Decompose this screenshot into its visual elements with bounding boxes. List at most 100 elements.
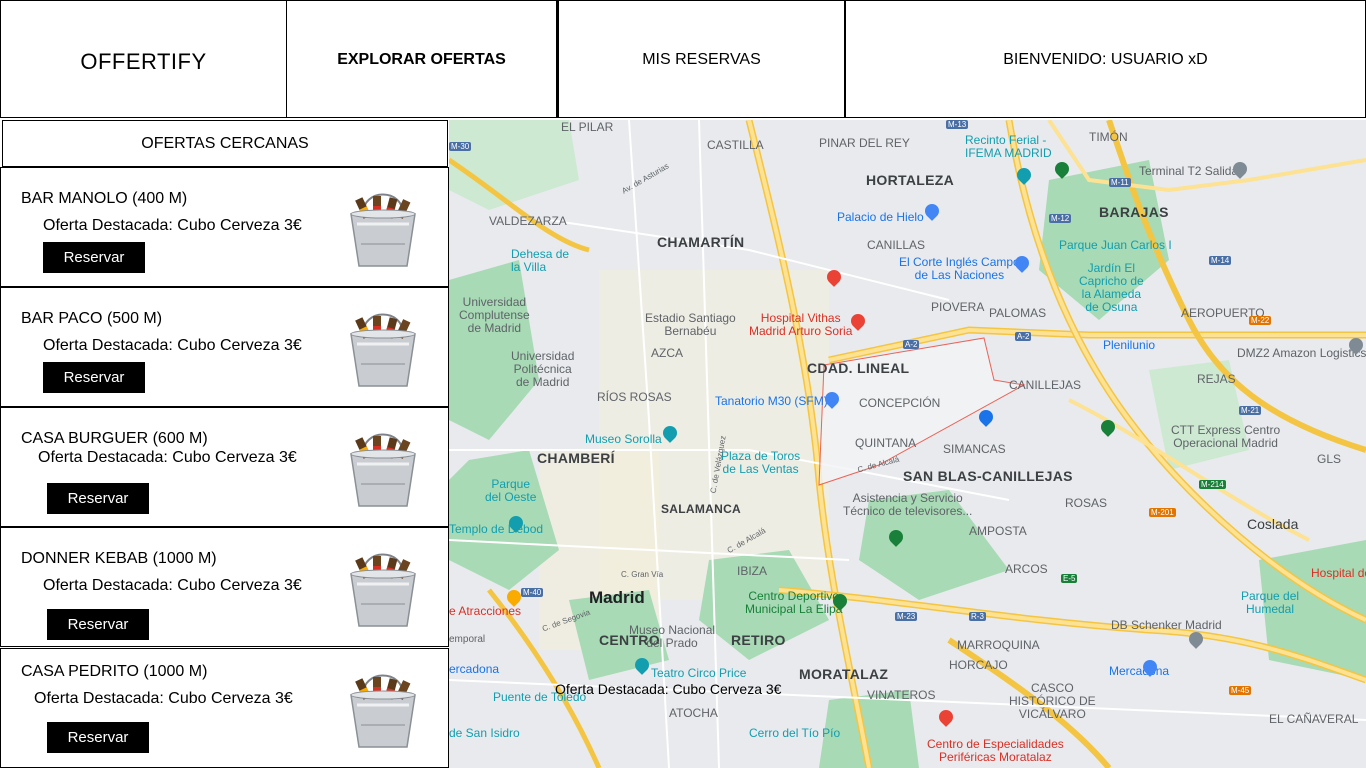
- featured-offer: Oferta Destacada: Cubo Cerveza 3€: [34, 690, 293, 707]
- map-label: CANILLAS: [867, 238, 926, 252]
- featured-offer: Oferta Destacada: Cubo Cerveza 3€: [43, 337, 302, 354]
- map-label: PALOMAS: [989, 306, 1047, 320]
- map-label: MARROQUINA: [957, 638, 1040, 652]
- map-label: Coslada: [1247, 516, 1299, 532]
- poi-label: ercadona: [449, 662, 500, 676]
- offer-card: CASA PEDRITO (1000 M) Oferta Destacada: …: [0, 648, 449, 768]
- map-label: CASCO HISTÓRICO DE VICÁLVARO: [1009, 681, 1096, 721]
- highway-shield: M-214: [1199, 480, 1226, 489]
- poi-label: Parque del Humedal: [1241, 589, 1300, 616]
- highway-shield: M-23: [895, 612, 918, 621]
- poi-label: Asistencia y Servicio Técnico de televis…: [843, 491, 973, 518]
- highway-shield: E-5: [1061, 574, 1078, 583]
- sidebar-title: OFERTAS CERCANAS: [2, 120, 448, 167]
- poi-label: Hospital Vithas Madrid Arturo Soria: [749, 311, 853, 338]
- welcome-user: BIENVENIDO: USUARIO xD: [844, 0, 1366, 118]
- map-label: ROSAS: [1065, 496, 1108, 510]
- highway-shield: M-30: [449, 142, 472, 151]
- reserve-button[interactable]: Reservar: [43, 242, 145, 273]
- featured-offer: Oferta Destacada: Cubo Cerveza 3€: [43, 577, 302, 594]
- offer-card: CASA BURGUER (600 M) Oferta Destacada: C…: [0, 407, 449, 527]
- poi-label: Museo Nacional del Prado: [629, 623, 716, 650]
- poi-label: Estadio Santiago Bernabéu: [645, 311, 736, 338]
- district-label: HORTALEZA: [866, 172, 954, 188]
- poi-label: emporal: [449, 634, 486, 645]
- reserve-button[interactable]: Reservar: [43, 362, 145, 393]
- beer-bucket-icon: [350, 433, 416, 507]
- poi-label: Centro Deportivo Municipal La Elipa: [745, 589, 843, 616]
- map-label: CANILLEJAS: [1009, 378, 1082, 392]
- street-label: C. Gran Vía: [621, 570, 664, 579]
- reserve-button[interactable]: Reservar: [47, 483, 149, 514]
- beer-bucket-icon: [350, 193, 416, 267]
- map-label: IBIZA: [737, 564, 768, 578]
- district-label: SAN BLAS-CANILLEJAS: [903, 468, 1073, 484]
- map-view[interactable]: HORTALEZA BARAJAS CHAMARTÍN CDAD. LINEAL…: [449, 120, 1366, 768]
- poi-label: El Corte Inglés Campo de Las Naciones: [899, 255, 1020, 282]
- venue-name: CASA PEDRITO (1000 M): [21, 663, 208, 680]
- beer-bucket-icon: [350, 674, 416, 748]
- map-label: EL CAÑAVERAL: [1269, 712, 1359, 726]
- poi-label: Universidad Complutense de Madrid: [459, 295, 530, 335]
- reserve-button[interactable]: Reservar: [47, 722, 149, 753]
- highway-shield: M-13: [946, 120, 969, 129]
- venue-name: BAR PACO (500 M): [21, 310, 163, 327]
- venue-name: BAR MANOLO (400 M): [21, 190, 188, 207]
- offers-sidebar: OFERTAS CERCANAS BAR MANOLO (400 M) Ofer…: [0, 120, 449, 768]
- map-offer-overlay: Oferta Destacada: Cubo Cerveza 3€: [555, 681, 782, 697]
- district-label: BARAJAS: [1099, 204, 1169, 220]
- district-label: CHAMBERÍ: [537, 450, 615, 466]
- venue-name: DONNER KEBAB (1000 M): [21, 550, 217, 567]
- poi-label: Centro de Especialidades Periféricas Mor…: [927, 737, 1064, 764]
- poi-label: DMZ2 Amazon Logistics: [1237, 346, 1366, 360]
- highway-shield: M-21: [1239, 406, 1262, 415]
- poi-label: Hospital de: [1311, 566, 1366, 580]
- nav-explore-offers[interactable]: EXPLORAR OFERTAS: [286, 0, 557, 118]
- map-label: ARCOS: [1005, 562, 1048, 576]
- offer-card: DONNER KEBAB (1000 M) Oferta Destacada: …: [0, 527, 449, 647]
- poi-label: Templo de Debod: [449, 522, 544, 536]
- map-label: HORCAJO: [949, 658, 1008, 672]
- poi-label: Terminal T2 Salidas: [1139, 164, 1245, 178]
- poi-label: DB Schenker Madrid: [1111, 618, 1222, 632]
- highway-shield: M-22: [1249, 316, 1272, 325]
- poi-label: Mercadona: [1109, 664, 1170, 678]
- poi-label: Cerro del Tío Pío: [749, 726, 841, 740]
- map-label: PINAR DEL REY: [819, 136, 910, 150]
- map-label: SIMANCAS: [943, 442, 1006, 456]
- highway-shield: M-12: [1049, 214, 1072, 223]
- featured-offer: Oferta Destacada: Cubo Cerveza 3€: [43, 217, 302, 234]
- map-label: EL PILAR: [561, 120, 614, 134]
- reserve-button[interactable]: Reservar: [47, 609, 149, 640]
- map-label: AMPOSTA: [969, 524, 1027, 538]
- map-label: VALDEZARZA: [489, 214, 567, 228]
- poi-label: Palacio de Hielo: [837, 210, 924, 224]
- poi-label: Parque Juan Carlos I: [1059, 238, 1172, 252]
- poi-label: Plenilunio: [1103, 338, 1156, 352]
- map-label: RÍOS ROSAS: [597, 390, 672, 404]
- highway-shield: M-45: [1229, 686, 1252, 695]
- map-label: REJAS: [1197, 372, 1236, 386]
- map-label: TIMÓN: [1089, 130, 1128, 144]
- poi-label: e Atracciones: [449, 604, 522, 618]
- map-label: VINATEROS: [867, 688, 936, 702]
- map-label: CONCEPCIÓN: [859, 396, 941, 410]
- district-label: MORATALAZ: [799, 666, 889, 682]
- beer-bucket-icon: [350, 313, 416, 387]
- poi-label: Recinto Ferial - IFEMA MADRID: [965, 133, 1052, 160]
- nav-my-reservations[interactable]: MIS RESERVAS: [557, 0, 845, 118]
- poi-label: Museo Sorolla: [585, 432, 662, 446]
- poi-label: Dehesa de la Villa: [511, 247, 570, 274]
- map-label: ATOCHA: [669, 706, 718, 720]
- beer-bucket-icon: [350, 553, 416, 627]
- highway-shield: A-2: [1015, 332, 1032, 341]
- app-logo[interactable]: OFFERTIFY: [0, 0, 287, 118]
- highway-shield: A-2: [903, 340, 920, 349]
- highway-shield: M-11: [1109, 178, 1131, 187]
- map-label: AZCA: [651, 346, 684, 360]
- venue-name: CASA BURGUER (600 M): [21, 430, 208, 447]
- offer-card: BAR MANOLO (400 M) Oferta Destacada: Cub…: [0, 167, 449, 287]
- city-label: Madrid: [589, 588, 645, 607]
- poi-label: Universidad Politécnica de Madrid: [511, 349, 575, 389]
- featured-offer: Oferta Destacada: Cubo Cerveza 3€: [38, 449, 297, 466]
